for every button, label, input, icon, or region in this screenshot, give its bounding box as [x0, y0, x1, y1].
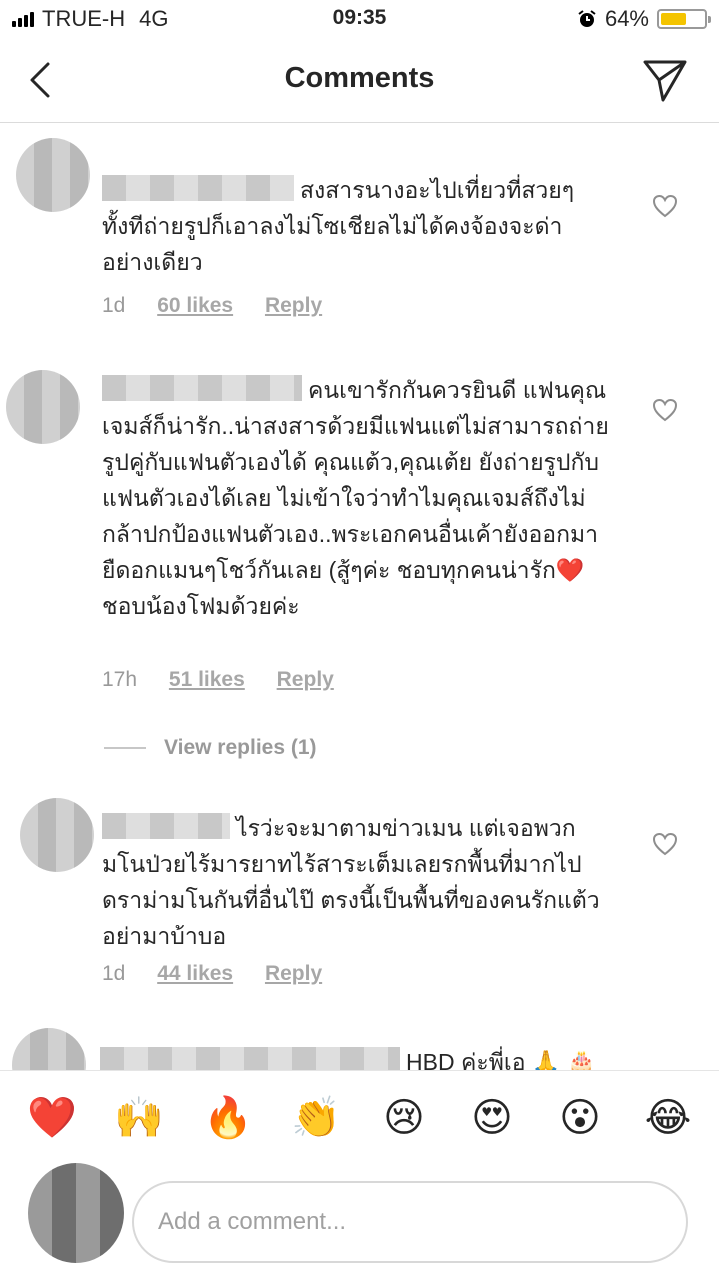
likes-link[interactable]: 60 likes [157, 294, 233, 317]
like-heart-icon[interactable] [652, 832, 678, 856]
comment-input-placeholder: Add a comment... [158, 1208, 347, 1235]
view-replies-label: View replies (1) [164, 736, 317, 759]
comment-composer: Add a comment... [0, 1155, 719, 1280]
emoji-heart-button[interactable]: ❤️ [27, 1093, 77, 1143]
emoji-laughing-button[interactable]: 😂 [643, 1093, 693, 1143]
status-bar: TRUE-H 4G 09:35 64% [0, 0, 719, 40]
comment-body: HBD ค่ะพี่เอ 🙏 🎂 [100, 1044, 610, 1070]
comment-body: ไรว่ะจะมาตามข่าวเมน แต่เจอพวกมโนป่วยไร้ม… [102, 810, 612, 954]
like-heart-icon[interactable] [652, 398, 678, 422]
avatar[interactable] [6, 370, 80, 444]
reply-link[interactable]: Reply [265, 962, 322, 985]
comment-item: สงสารนางอะไปเที่ยวที่สวยๆทั้งทีถ่ายรูปก็… [0, 124, 719, 344]
emoji-clap-button[interactable]: 👏 [291, 1093, 341, 1143]
comment-meta: 17h 51 likes Reply [102, 668, 360, 692]
comment-body: คนเขารักกันควรยินดี แฟนคุณเจมส์ก็น่ารัก.… [102, 372, 612, 624]
comment-body: สงสารนางอะไปเที่ยวที่สวยๆทั้งทีถ่ายรูปก็… [102, 172, 612, 280]
comment-text: คนเขารักกันควรยินดี แฟนคุณเจมส์ก็น่ารัก.… [102, 377, 609, 619]
comment-input[interactable]: Add a comment... [132, 1181, 688, 1263]
emoji-raising-hands-button[interactable]: 🙌 [114, 1093, 164, 1143]
alarm-icon [578, 10, 596, 27]
nav-bar: Comments [0, 40, 719, 123]
username-blurred[interactable] [100, 1047, 400, 1070]
username-blurred[interactable] [102, 813, 230, 839]
comment-time: 1d [102, 962, 126, 985]
likes-link[interactable]: 51 likes [169, 668, 245, 691]
divider-line [104, 747, 146, 749]
comment-item: ไรว่ะจะมาตามข่าวเมน แต่เจอพวกมโนป่วยไร้ม… [0, 790, 719, 1010]
direct-message-icon[interactable] [641, 56, 689, 104]
username-blurred[interactable] [102, 375, 302, 401]
page-title: Comments [284, 62, 435, 94]
avatar[interactable] [16, 138, 90, 212]
emoji-heart-eyes-button[interactable]: 😍 [467, 1093, 517, 1143]
username-blurred[interactable] [102, 175, 294, 201]
comment-text: HBD ค่ะพี่เอ 🙏 🎂 [406, 1049, 596, 1070]
comment-item: คนเขารักกันควรยินดี แฟนคุณเจมส์ก็น่ารัก.… [0, 344, 719, 724]
comment-time: 17h [102, 668, 138, 691]
emoji-crying-button[interactable]: 😢 [379, 1093, 429, 1143]
battery-percent: 64% [604, 6, 649, 31]
my-avatar [28, 1163, 124, 1263]
reply-link[interactable]: Reply [277, 668, 334, 691]
avatar[interactable] [12, 1028, 86, 1070]
emoji-fire-button[interactable]: 🔥 [203, 1093, 253, 1143]
battery-fill [661, 13, 687, 25]
reply-link[interactable]: Reply [265, 294, 322, 317]
like-heart-icon[interactable] [652, 194, 678, 218]
status-right: 64% [577, 6, 711, 32]
battery-icon [657, 9, 711, 29]
comment-time: 1d [102, 294, 126, 317]
view-replies-button[interactable]: View replies (1) [104, 736, 317, 760]
comment-meta: 1d 44 likes Reply [102, 962, 348, 986]
emoji-surprised-button[interactable]: 😮 [555, 1093, 605, 1143]
avatar[interactable] [20, 798, 94, 872]
likes-link[interactable]: 44 likes [157, 962, 233, 985]
comment-item: HBD ค่ะพี่เอ 🙏 🎂 [0, 1020, 719, 1070]
comment-meta: 1d 60 likes Reply [102, 294, 348, 318]
